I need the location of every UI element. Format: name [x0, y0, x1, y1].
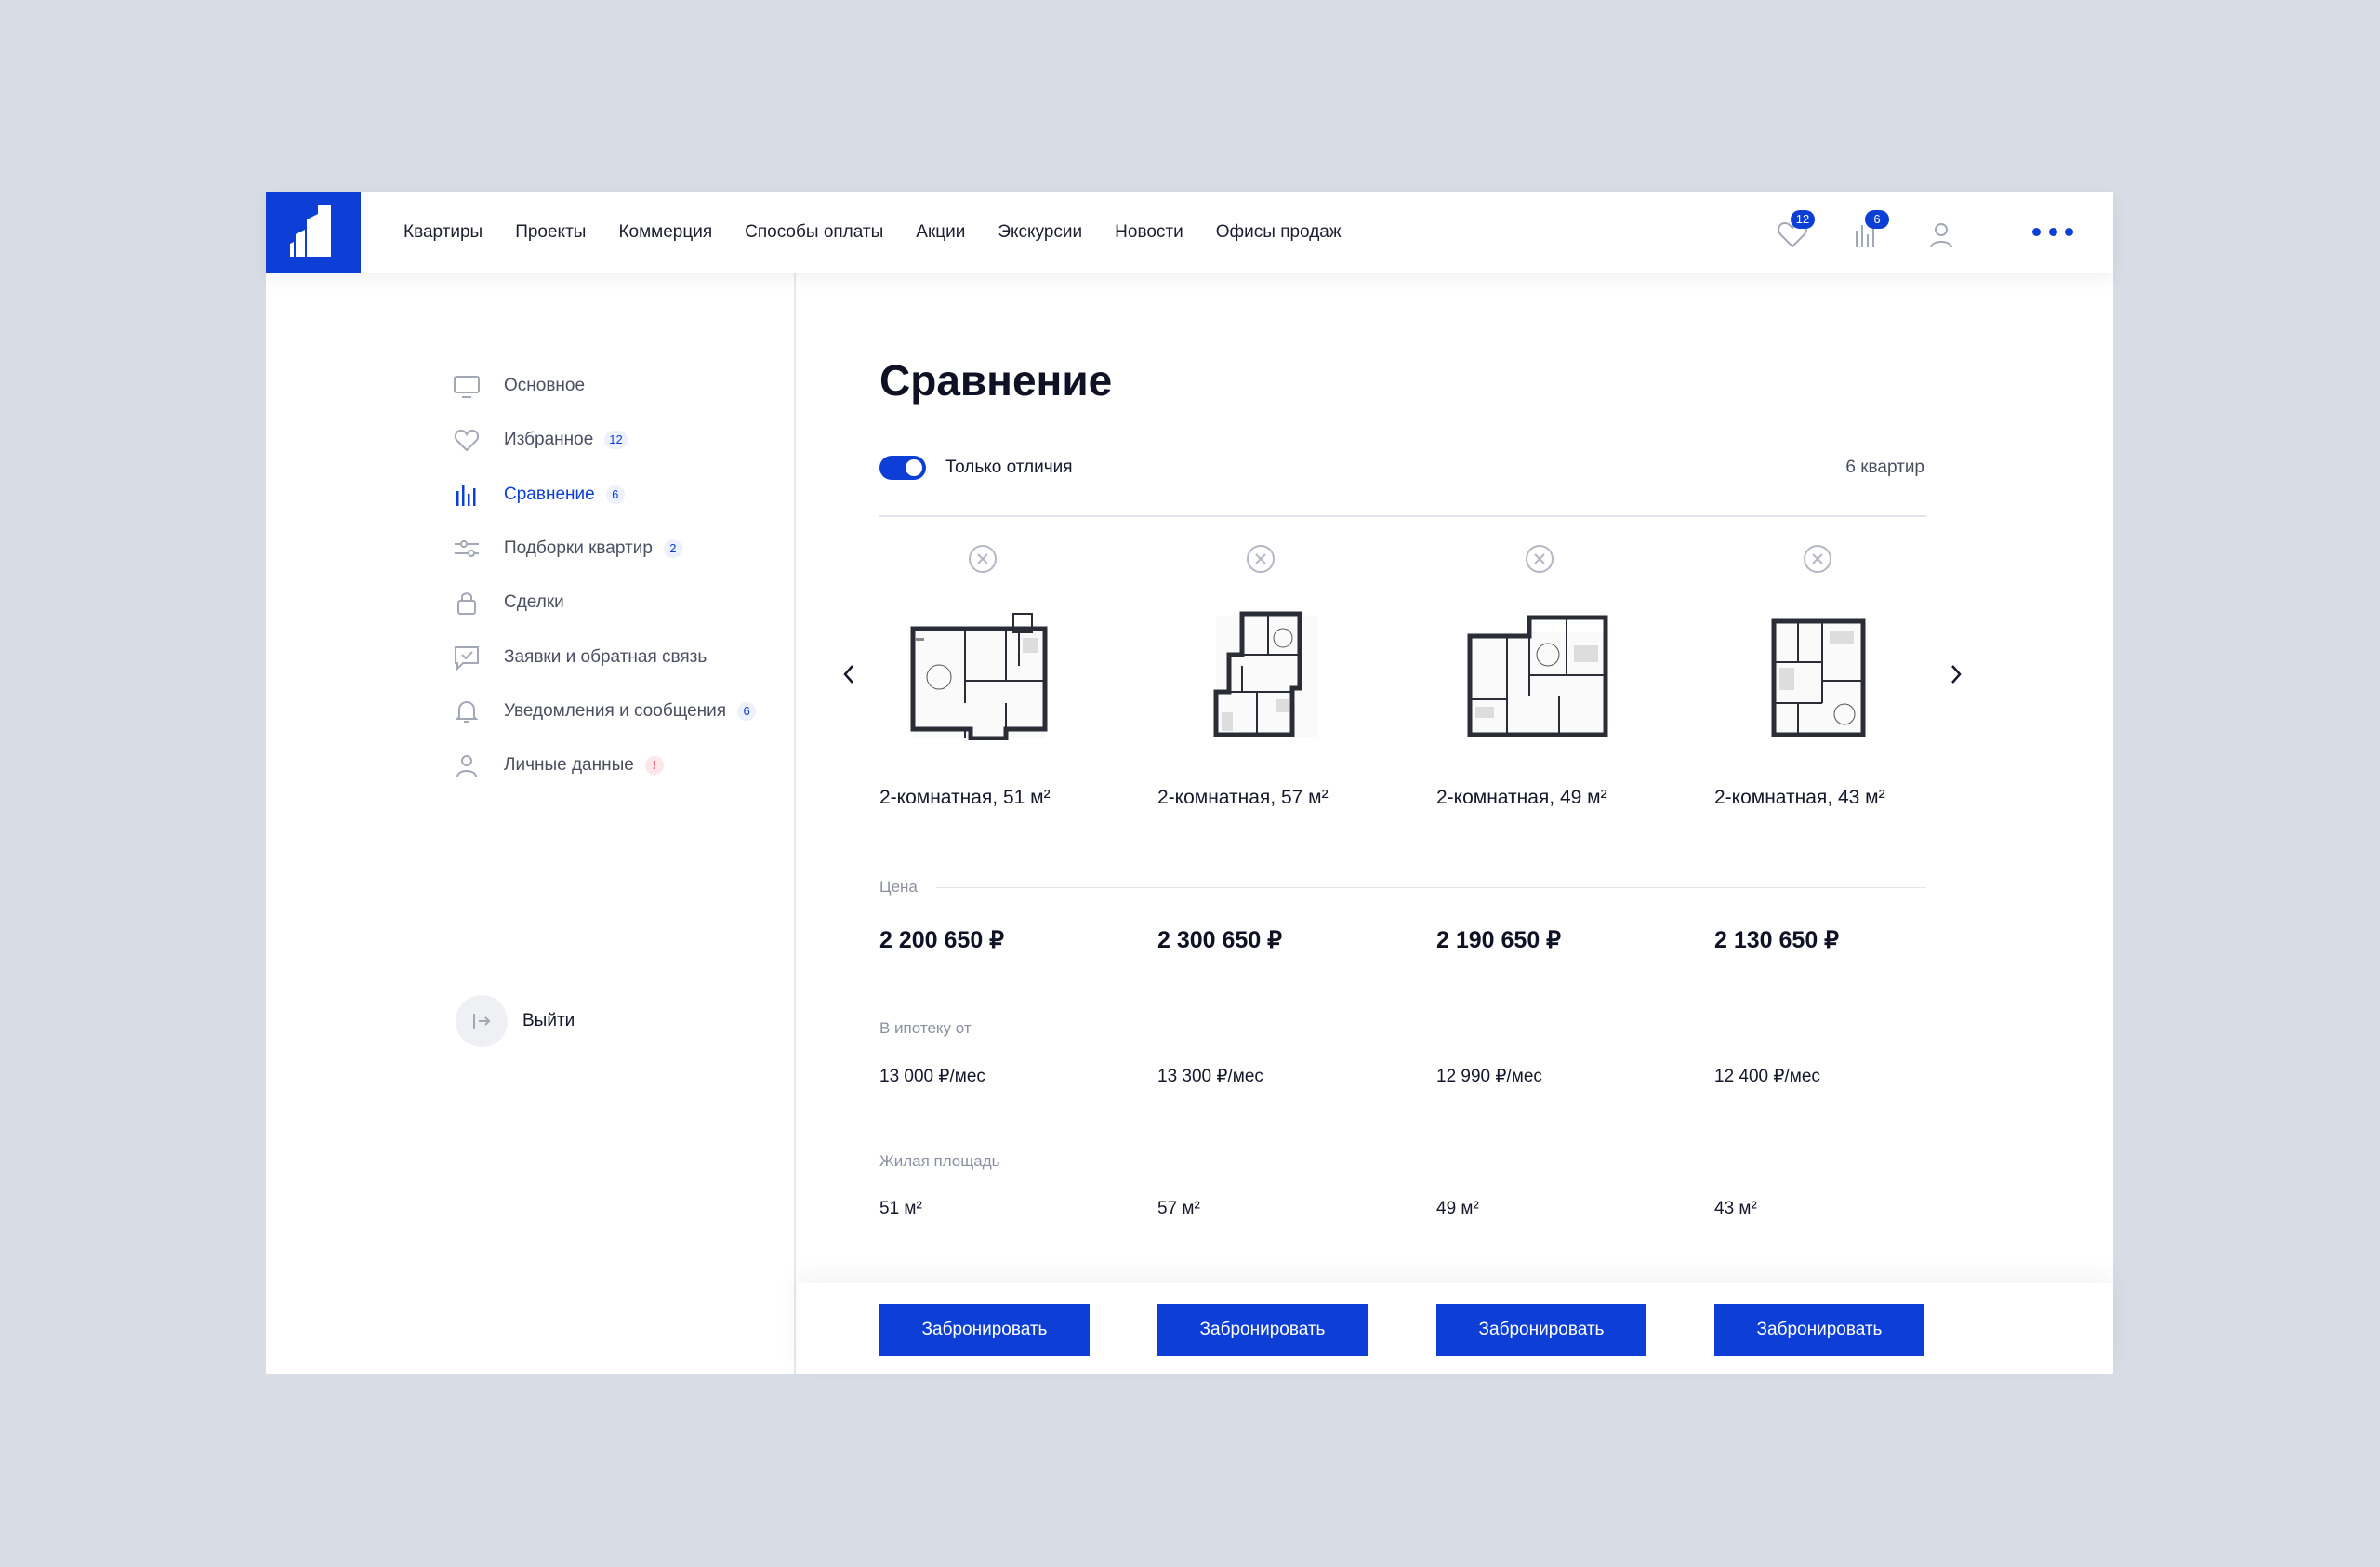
- compare-badge: 6: [605, 485, 625, 504]
- sidebar-item-label: Заявки и обратная связь: [504, 646, 707, 667]
- compare-button[interactable]: 6: [1848, 210, 1889, 251]
- app-window: Квартиры Проекты Коммерция Способы оплат…: [266, 192, 2113, 1374]
- floor-plan-image[interactable]: [1744, 610, 1889, 740]
- compare-count-badge: 6: [1865, 210, 1889, 229]
- nav-item-tours[interactable]: Экскурсии: [998, 222, 1082, 243]
- differences-toggle-row: Только отличия: [879, 456, 1073, 480]
- message-check-icon: [452, 643, 482, 672]
- top-header: Квартиры Проекты Коммерция Способы оплат…: [266, 192, 2113, 273]
- apartment-area: 49 м²: [1436, 1199, 1479, 1218]
- book-button[interactable]: Забронировать: [1436, 1304, 1646, 1356]
- apartment-mortgage: 12 990 ₽/мес: [1436, 1067, 1542, 1086]
- apartment-title[interactable]: 2-комнатная, 57 м²: [1157, 787, 1329, 809]
- booking-footer: Забронировать Забронировать Забронироват…: [798, 1283, 2113, 1374]
- book-button[interactable]: Забронировать: [1714, 1304, 1924, 1356]
- logo[interactable]: [266, 192, 361, 273]
- logout-icon: [456, 995, 508, 1047]
- sidebar-item-personal[interactable]: Личные данные !: [452, 738, 756, 792]
- lock-icon: [452, 588, 482, 618]
- user-icon: [452, 750, 482, 780]
- nav-item-payment[interactable]: Способы оплаты: [745, 222, 883, 243]
- apartment-price: 2 200 650 ₽: [879, 927, 1005, 953]
- prev-arrow-icon[interactable]: [833, 658, 865, 690]
- remove-apartment-2-icon[interactable]: [1245, 543, 1276, 575]
- apartment-mortgage: 13 300 ₽/мес: [1157, 1067, 1263, 1086]
- sidebar-item-label: Подборки квартир: [504, 538, 653, 559]
- logout-button[interactable]: Выйти: [456, 995, 575, 1047]
- sidebar-item-deals[interactable]: Сделки: [452, 576, 756, 630]
- section-label-price: Цена: [879, 878, 936, 896]
- remove-apartment-1-icon[interactable]: [967, 543, 998, 575]
- apartment-title[interactable]: 2-комнатная, 51 м²: [879, 787, 1051, 809]
- sidebar-item-label: Уведомления и сообщения: [504, 700, 727, 721]
- collections-badge: 2: [663, 539, 682, 559]
- apartments-count: 6 квартир: [1845, 458, 1924, 477]
- apartment-mortgage: 13 000 ₽/мес: [879, 1067, 985, 1086]
- sliders-icon: [452, 534, 482, 564]
- sidebar-item-label: Личные данные: [504, 755, 634, 776]
- section-label-mortgage: В ипотеку от: [879, 1019, 990, 1038]
- heart-icon: [452, 425, 482, 455]
- profile-button[interactable]: [1923, 218, 1960, 251]
- apartment-area: 51 м²: [879, 1199, 922, 1218]
- sidebar-item-label: Сравнение: [504, 484, 595, 504]
- apartment-title[interactable]: 2-комнатная, 49 м²: [1436, 787, 1607, 809]
- favorites-badge: 12: [604, 431, 628, 450]
- personal-warning-badge: !: [644, 756, 664, 776]
- sidebar: Основное Избранное 12 Сравнение 6 Подбор…: [266, 273, 796, 1374]
- apartment-area: 57 м²: [1157, 1199, 1200, 1218]
- floor-plan-image[interactable]: [1466, 610, 1611, 740]
- book-button[interactable]: Забронировать: [879, 1304, 1090, 1356]
- sidebar-menu: Основное Избранное 12 Сравнение 6 Подбор…: [452, 359, 757, 792]
- sidebar-item-main[interactable]: Основное: [452, 359, 756, 413]
- divider: [879, 515, 1926, 517]
- main-content: Сравнение Только отличия 6 квартир 2-ком…: [798, 273, 2113, 1374]
- remove-apartment-3-icon[interactable]: [1524, 543, 1555, 575]
- section-divider: [879, 887, 1926, 888]
- monitor-icon: [452, 371, 482, 401]
- logout-label: Выйти: [522, 1011, 575, 1030]
- notifications-badge: 6: [737, 701, 757, 721]
- floor-plan-image[interactable]: [1188, 610, 1333, 740]
- sidebar-item-requests[interactable]: Заявки и обратная связь: [452, 630, 756, 684]
- apartment-price: 2 130 650 ₽: [1714, 927, 1840, 953]
- sidebar-item-collections[interactable]: Подборки квартир 2: [452, 522, 756, 576]
- favorites-count-badge: 12: [1791, 210, 1815, 229]
- logo-icon: [290, 205, 331, 257]
- remove-apartment-4-icon[interactable]: [1802, 543, 1833, 575]
- page-title: Сравнение: [879, 356, 1113, 405]
- book-button[interactable]: Забронировать: [1157, 1304, 1368, 1356]
- apartment-title[interactable]: 2-комнатная, 43 м²: [1714, 787, 1885, 809]
- differences-toggle-label: Только отличия: [945, 458, 1073, 477]
- apartment-mortgage: 12 400 ₽/мес: [1714, 1067, 1820, 1086]
- nav-item-promotions[interactable]: Акции: [916, 222, 965, 243]
- sidebar-item-label: Избранное: [504, 430, 594, 450]
- nav-item-offices[interactable]: Офисы продаж: [1216, 222, 1342, 243]
- bell-icon: [452, 697, 482, 726]
- sidebar-item-compare[interactable]: Сравнение 6: [452, 468, 756, 522]
- sidebar-item-label: Сделки: [504, 592, 564, 613]
- nav-item-news[interactable]: Новости: [1115, 222, 1183, 243]
- sidebar-item-favorites[interactable]: Избранное 12: [452, 413, 756, 467]
- apartment-price: 2 300 650 ₽: [1157, 927, 1283, 953]
- favorites-button[interactable]: 12: [1774, 210, 1815, 251]
- sidebar-item-label: Основное: [504, 376, 586, 396]
- more-dots-icon[interactable]: [2032, 225, 2073, 238]
- main-nav: Квартиры Проекты Коммерция Способы оплат…: [403, 192, 1342, 273]
- bar-chart-icon: [452, 480, 482, 510]
- differences-toggle[interactable]: [879, 456, 926, 480]
- nav-item-projects[interactable]: Проекты: [515, 222, 586, 243]
- floor-plan-image[interactable]: [909, 610, 1054, 741]
- sidebar-item-notifications[interactable]: Уведомления и сообщения 6: [452, 684, 757, 738]
- nav-item-apartments[interactable]: Квартиры: [403, 222, 483, 243]
- apartment-area: 43 м²: [1714, 1199, 1757, 1218]
- section-label-area: Жилая площадь: [879, 1152, 1019, 1171]
- nav-item-commercial[interactable]: Коммерция: [618, 222, 712, 243]
- user-icon: [1930, 223, 1952, 248]
- next-arrow-icon[interactable]: [1940, 658, 1972, 690]
- apartment-price: 2 190 650 ₽: [1436, 927, 1562, 953]
